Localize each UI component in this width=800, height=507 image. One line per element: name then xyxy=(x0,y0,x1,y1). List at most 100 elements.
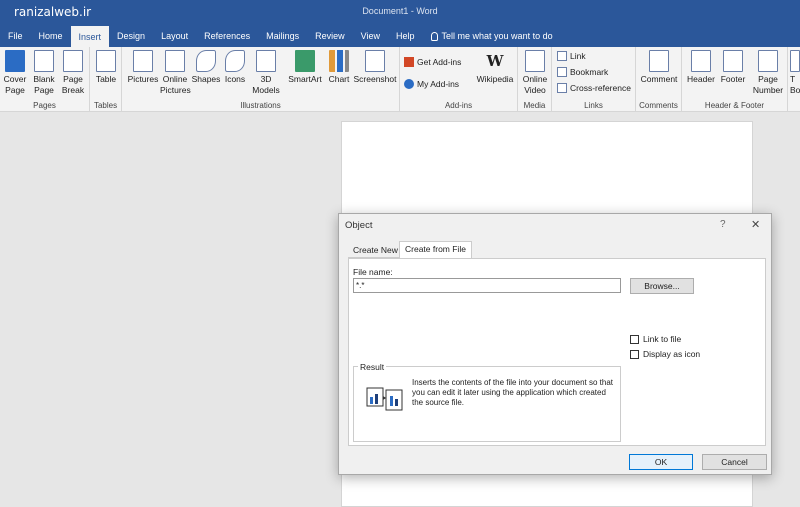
group-header-footer-label: Header & Footer xyxy=(704,101,765,110)
title-bar: ranizalweb.ir Document1 - Word xyxy=(0,0,800,25)
display-as-icon-label: Display as icon xyxy=(643,349,701,359)
table-label: Table xyxy=(95,74,117,84)
addins-icon xyxy=(404,79,414,89)
3d-models-button[interactable]: 3D Models xyxy=(252,50,280,96)
bookmark-icon xyxy=(557,67,567,77)
page-number-icon xyxy=(758,50,778,72)
group-comments: Comment Comments xyxy=(636,47,682,112)
group-illustrations-label: Illustrations xyxy=(240,101,281,110)
text-box-label-2: Bo xyxy=(790,85,800,95)
table-icon xyxy=(96,50,116,72)
page-number-label: Page Number xyxy=(752,74,784,95)
result-label: Result xyxy=(358,362,387,372)
tab-help[interactable]: Help xyxy=(388,25,423,47)
checkbox-icon xyxy=(630,349,639,359)
chart-button[interactable]: Chart xyxy=(326,50,352,85)
footer-icon xyxy=(723,50,743,72)
group-comments-label: Comments xyxy=(639,101,678,110)
bookmark-button[interactable]: Bookmark xyxy=(557,67,608,77)
chart-icon xyxy=(329,50,349,72)
shapes-icon xyxy=(196,50,216,72)
cover-page-icon xyxy=(5,50,25,72)
online-video-button[interactable]: Online Video xyxy=(521,50,549,96)
cube-icon xyxy=(256,50,276,72)
link-label: Link xyxy=(570,51,586,61)
ok-button[interactable]: OK xyxy=(629,454,693,470)
comment-label: Comment xyxy=(640,74,678,84)
cancel-button[interactable]: Cancel xyxy=(702,454,767,470)
screenshot-label: Screenshot xyxy=(353,74,397,84)
tab-view[interactable]: View xyxy=(353,25,388,47)
online-pictures-label: Online Pictures xyxy=(160,74,191,95)
tab-insert[interactable]: Insert xyxy=(70,26,110,47)
pictures-label: Pictures xyxy=(127,74,159,84)
page-break-icon xyxy=(63,50,83,72)
cover-page-button[interactable]: Cover Page xyxy=(2,50,28,96)
tab-create-from-file[interactable]: Create from File xyxy=(399,241,472,258)
smartart-button[interactable]: SmartArt xyxy=(286,50,324,85)
cross-reference-button[interactable]: Cross-reference xyxy=(557,83,631,93)
bookmark-label: Bookmark xyxy=(570,67,609,77)
3d-models-label: 3D Models xyxy=(252,74,280,95)
page-number-button[interactable]: Page Number xyxy=(750,50,786,96)
header-button[interactable]: Header xyxy=(685,50,717,85)
table-button[interactable]: Table xyxy=(94,50,118,85)
create-from-file-panel: File name: Browse... Link to file Displa… xyxy=(348,258,766,446)
group-addins-label: Add-ins xyxy=(444,101,473,110)
tab-create-new[interactable]: Create New xyxy=(348,243,403,258)
link-icon xyxy=(557,51,567,61)
screenshot-button[interactable]: Screenshot xyxy=(353,50,397,85)
blank-page-icon xyxy=(34,50,54,72)
tab-review[interactable]: Review xyxy=(307,25,353,47)
wikipedia-icon: W xyxy=(486,52,504,70)
page-break-button[interactable]: Page Break xyxy=(60,50,86,96)
insert-object-icon xyxy=(366,387,403,411)
ribbon: Cover Page Blank Page Page Break Pages T… xyxy=(0,47,800,112)
wikipedia-label: Wikipedia xyxy=(476,74,514,84)
shapes-button[interactable]: Shapes xyxy=(191,50,221,85)
online-pictures-button[interactable]: Online Pictures xyxy=(160,50,191,96)
link-button[interactable]: Link xyxy=(557,51,586,61)
lightbulb-icon xyxy=(430,31,438,41)
chart-label: Chart xyxy=(328,74,350,84)
group-text: T Bo xyxy=(788,47,800,112)
tab-home[interactable]: Home xyxy=(31,25,71,47)
my-addins-label: My Add-ins xyxy=(417,79,460,89)
my-addins-button[interactable]: My Add-ins xyxy=(404,79,459,89)
get-addins-button[interactable]: Get Add-ins xyxy=(404,57,461,67)
header-label: Header xyxy=(687,74,715,84)
comment-icon xyxy=(649,50,669,72)
cover-page-label: Cover Page xyxy=(3,74,27,95)
file-name-input[interactable] xyxy=(353,278,621,293)
close-icon[interactable]: ✕ xyxy=(751,218,760,231)
shapes-label: Shapes xyxy=(191,74,221,84)
wikipedia-button[interactable]: W Wikipedia xyxy=(474,50,516,85)
help-button[interactable]: ? xyxy=(720,219,726,230)
result-description: Inserts the contents of the file into yo… xyxy=(412,378,614,407)
group-media-label: Media xyxy=(523,101,546,110)
group-links: Link Bookmark Cross-reference Links xyxy=(552,47,636,112)
text-box-button[interactable]: T Bo xyxy=(790,50,800,96)
online-pictures-icon xyxy=(165,50,185,72)
object-dialog: Object ? ✕ Create New Create from File F… xyxy=(338,213,772,475)
tab-mailings[interactable]: Mailings xyxy=(258,25,307,47)
blank-page-button[interactable]: Blank Page xyxy=(31,50,57,96)
tab-references[interactable]: References xyxy=(196,25,258,47)
group-addins: Get Add-ins My Add-ins W Wikipedia Add-in… xyxy=(400,47,518,112)
link-to-file-checkbox[interactable]: Link to file xyxy=(630,334,681,344)
tell-me-box[interactable]: Tell me what you want to do xyxy=(423,25,561,47)
footer-button[interactable]: Footer xyxy=(717,50,749,85)
display-as-icon-checkbox[interactable]: Display as icon xyxy=(630,349,700,359)
group-links-label: Links xyxy=(584,101,603,110)
checkbox-icon xyxy=(630,334,639,344)
group-pages-label: Pages xyxy=(33,101,56,110)
cross-reference-icon xyxy=(557,83,567,93)
tab-layout[interactable]: Layout xyxy=(153,25,196,47)
tab-design[interactable]: Design xyxy=(109,25,153,47)
browse-button[interactable]: Browse... xyxy=(630,278,694,294)
get-addins-label: Get Add-ins xyxy=(417,57,462,67)
tab-file[interactable]: File xyxy=(0,25,31,47)
comment-button[interactable]: Comment xyxy=(639,50,679,85)
icons-button[interactable]: Icons xyxy=(223,50,247,85)
pictures-button[interactable]: Pictures xyxy=(126,50,160,85)
